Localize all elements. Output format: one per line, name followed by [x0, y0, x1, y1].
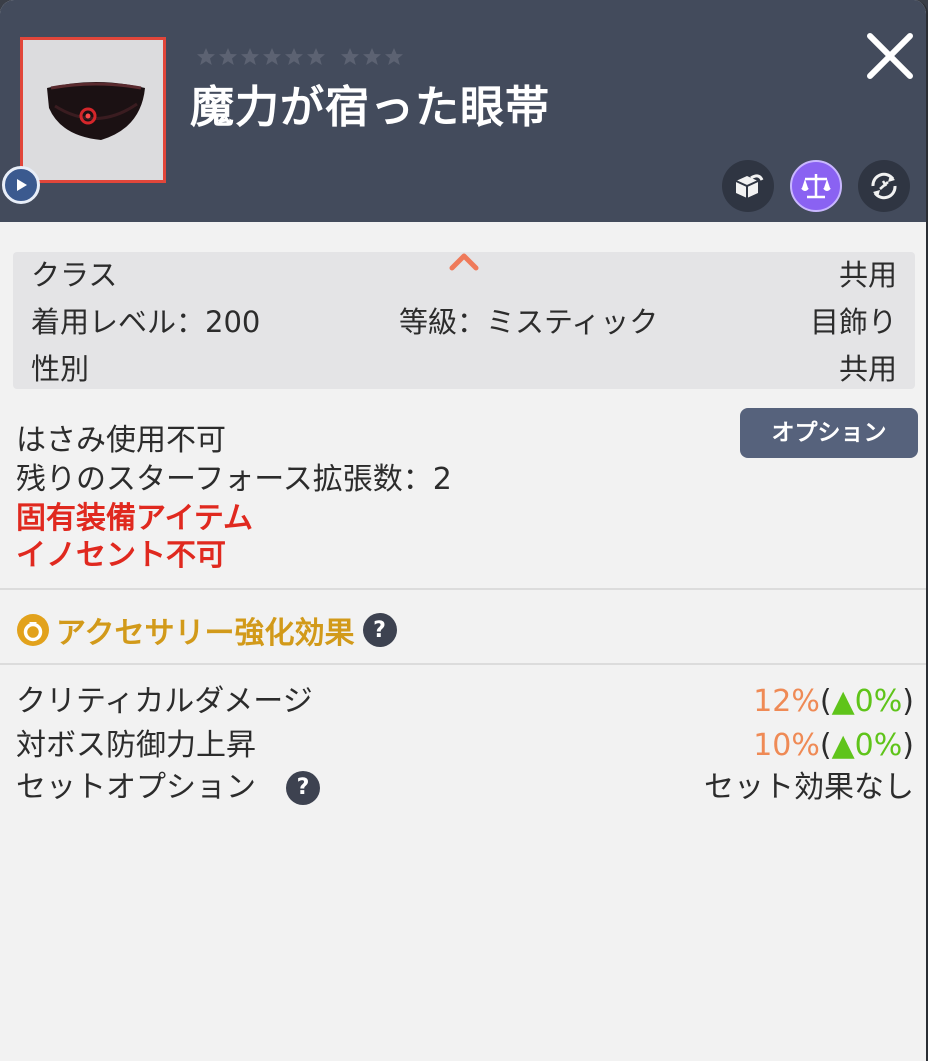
star-icon — [341, 48, 359, 65]
help-icon[interactable]: ? — [362, 613, 397, 647]
stat-paren-close: ) — [902, 728, 914, 763]
grade-label: 等級：ミスティック — [399, 305, 659, 339]
category-value: 目飾り — [809, 305, 897, 339]
unique-item-label: 固有装備アイテム — [16, 501, 253, 536]
level-row: 着用レベル：200 等級：ミスティック 目飾り — [31, 302, 897, 342]
star-icon — [219, 48, 237, 65]
star-icon — [307, 48, 325, 65]
box-transfer-icon — [735, 174, 764, 198]
item-name: 魔力が宿った眼帯 — [190, 82, 550, 133]
set-option-value: セット効果なし — [704, 770, 914, 805]
option-button[interactable]: オプション — [740, 408, 918, 458]
level-label: 着用レベル：200 — [31, 305, 261, 339]
compare-button[interactable] — [790, 160, 842, 212]
reset-icon — [871, 172, 897, 200]
star-icon — [241, 48, 259, 65]
stat-label: クリティカルダメージ — [16, 684, 313, 719]
stat-delta: ▲0% — [831, 684, 903, 719]
star-icon — [285, 48, 303, 65]
divider — [0, 588, 926, 590]
stat-paren-open: ( — [819, 728, 832, 763]
star-icon — [385, 48, 403, 65]
starforce-extension: 残りのスターフォース拡張数：2 — [16, 462, 452, 497]
set-option-row: セットオプション ? セット効果なし — [16, 766, 914, 810]
stat-value: 12% — [753, 684, 820, 719]
stat-label: 対ボス防御力上昇 — [16, 728, 256, 763]
scissors-status: はさみ使用不可 — [16, 423, 226, 458]
close-button[interactable] — [860, 26, 920, 86]
play-preview-button[interactable] — [2, 166, 40, 204]
stat-row-crit-damage: クリティカルダメージ 12%(▲0%) — [16, 680, 914, 724]
star-icon — [197, 48, 215, 65]
gender-value: 共用 — [838, 352, 897, 386]
gender-label: 性別 — [31, 352, 90, 386]
accessory-enhance-label: アクセサリー強化効果 — [56, 616, 355, 651]
reset-button[interactable] — [858, 160, 910, 212]
class-value: 共用 — [838, 258, 897, 292]
gender-row: 性別 共用 — [31, 349, 897, 389]
eyepatch-item-image — [47, 82, 145, 140]
star-icon — [263, 48, 281, 65]
item-header: 魔力が宿った眼帯 — [0, 0, 926, 222]
stat-row-boss-defense: 対ボス防御力上昇 10%(▲0%) — [16, 724, 914, 768]
class-label: クラス — [31, 258, 118, 292]
set-option-label: セットオプション — [16, 770, 256, 805]
stat-paren-close: ) — [902, 684, 914, 719]
starforce-stars — [196, 44, 406, 70]
chevron-up-icon — [449, 253, 479, 271]
play-icon — [17, 179, 27, 191]
stat-delta: ▲0% — [831, 728, 903, 763]
innocent-label: イノセント不可 — [16, 538, 226, 573]
ring-icon — [17, 614, 49, 646]
close-icon — [867, 33, 913, 79]
stat-paren-open: ( — [819, 684, 832, 719]
star-icon — [363, 48, 381, 65]
stat-value: 10% — [753, 728, 820, 763]
item-image-frame — [20, 37, 166, 183]
collapse-toggle[interactable] — [448, 250, 480, 276]
accessory-enhance-row: アクセサリー強化効果 ? — [16, 608, 397, 652]
divider — [0, 663, 926, 665]
help-icon[interactable]: ? — [286, 771, 320, 805]
scale-icon — [801, 174, 831, 199]
transfer-button[interactable] — [722, 160, 774, 212]
item-tooltip-panel: 魔力が宿った眼帯 クラス 共用 着用レベル：200 等級：ミスティック 目飾り … — [0, 0, 928, 1061]
